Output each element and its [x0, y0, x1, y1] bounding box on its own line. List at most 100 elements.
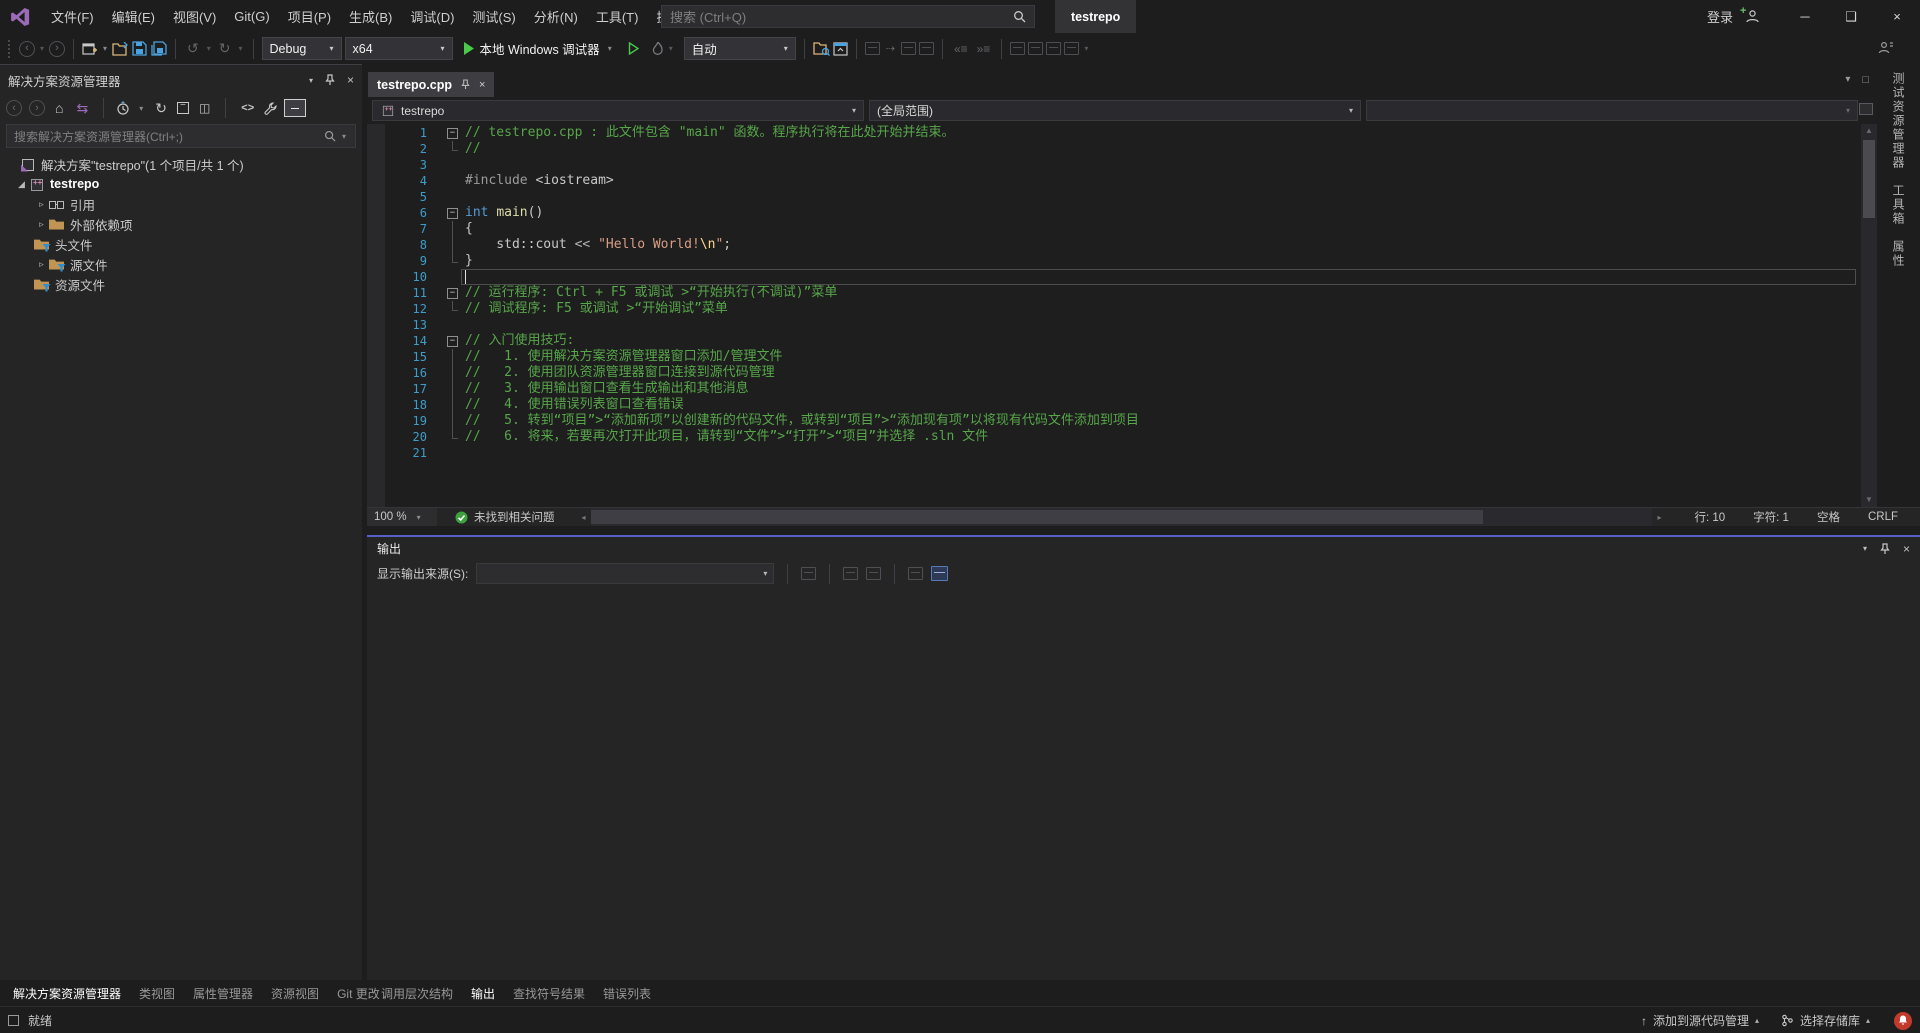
bottom-dock-tab[interactable]: 错误列表: [594, 980, 660, 1006]
undo-dropdown[interactable]: ▾: [205, 44, 213, 53]
goto-previous-message-icon[interactable]: [843, 567, 858, 580]
code-line[interactable]: 8 std::cout << "Hello World!\n";: [367, 237, 1860, 253]
redo-dropdown[interactable]: ▾: [237, 44, 245, 53]
fold-collapse-icon[interactable]: −: [447, 208, 458, 219]
restore-button[interactable]: ❑: [1828, 0, 1874, 33]
expanded-arrow-icon[interactable]: ◢: [14, 179, 29, 190]
preview-selected-items-icon[interactable]: [284, 99, 306, 117]
menu-item[interactable]: 调试(D): [401, 0, 463, 33]
tree-item[interactable]: 解决方案"testrepo"(1 个项目/共 1 个): [0, 154, 362, 174]
redo-icon[interactable]: ↻: [216, 40, 234, 57]
output-close-icon[interactable]: ×: [1903, 542, 1910, 556]
toolbar-drag-handle[interactable]: [8, 40, 12, 58]
output-content[interactable]: [367, 587, 1920, 980]
fold-collapse-icon[interactable]: −: [447, 288, 458, 299]
menu-item[interactable]: 工具(T): [587, 0, 648, 33]
code-line[interactable]: 20// 6. 将来，若要再次打开此项目，请转到“文件”>“打开”>“项目”并选…: [367, 429, 1860, 445]
solution-explorer-search-input[interactable]: 搜索解决方案资源管理器(Ctrl+;) ▾: [6, 124, 356, 148]
se-forward-icon[interactable]: ›: [29, 100, 45, 116]
code-line[interactable]: 19// 5. 转到“项目”>“添加新项”以创建新的代码文件，或转到“项目”>“…: [367, 413, 1860, 429]
split-window-button[interactable]: [1859, 103, 1873, 115]
document-tab[interactable]: testrepo.cpp ×: [368, 72, 494, 97]
editor-horizontal-scrollbar[interactable]: ◂ ▸: [577, 508, 1667, 526]
menu-item[interactable]: 编辑(E): [103, 0, 164, 33]
code-line[interactable]: 18// 4. 使用错误列表窗口查看错误: [367, 397, 1860, 413]
tree-item[interactable]: ▹引用: [0, 194, 362, 214]
menu-item[interactable]: Git(G): [225, 0, 278, 33]
code-line[interactable]: 15// 1. 使用解决方案资源管理器窗口添加/管理文件: [367, 349, 1860, 365]
autohide-tab[interactable]: 属性: [1890, 240, 1907, 268]
start-debugging-button[interactable]: 本地 Windows 调试器 ▾: [456, 37, 621, 61]
menu-item[interactable]: 视图(V): [164, 0, 225, 33]
se-search-dropdown[interactable]: ▾: [340, 132, 348, 141]
minimize-button[interactable]: ─: [1782, 0, 1828, 33]
nav-project-dropdown[interactable]: testrepo ▾: [372, 100, 864, 121]
home-icon[interactable]: ⌂: [52, 100, 66, 116]
fold-collapse-icon[interactable]: −: [447, 336, 458, 347]
editor-vertical-scrollbar[interactable]: ▲ ▼: [1861, 124, 1877, 507]
save-icon[interactable]: [132, 41, 147, 56]
menu-item[interactable]: 分析(N): [525, 0, 587, 33]
bottom-dock-tab[interactable]: 查找符号结果: [504, 980, 594, 1006]
menu-item[interactable]: 项目(P): [279, 0, 340, 33]
code-line[interactable]: 2//: [367, 141, 1860, 157]
refresh-icon[interactable]: ↻: [152, 100, 170, 117]
send-feedback-icon[interactable]: [1878, 40, 1894, 56]
tree-item[interactable]: 资源文件: [0, 274, 362, 294]
vscroll-thumb[interactable]: [1863, 140, 1875, 218]
tree-item[interactable]: ▹外部依赖项: [0, 214, 362, 234]
properties-wrench-icon[interactable]: [264, 102, 277, 115]
code-line[interactable]: 7{: [367, 221, 1860, 237]
background-tasks-icon[interactable]: [8, 1015, 19, 1026]
left-dock-tab[interactable]: 属性管理器: [184, 980, 262, 1006]
collapsed-arrow-icon[interactable]: ▹: [34, 219, 49, 230]
left-dock-tab[interactable]: 资源视图: [262, 980, 328, 1006]
new-project-dropdown[interactable]: ▾: [101, 44, 109, 53]
menu-item[interactable]: 文件(F): [42, 0, 103, 33]
menu-item[interactable]: 测试(S): [463, 0, 524, 33]
solution-explorer-window-icon[interactable]: [833, 42, 848, 56]
toolbar-overflow-icon[interactable]: ▾: [1082, 44, 1090, 53]
toolbar-icon-properties[interactable]: [865, 42, 880, 55]
autohide-tab[interactable]: 测试资源管理器: [1890, 72, 1907, 170]
collapse-all-icon[interactable]: [177, 102, 189, 114]
menu-item[interactable]: 生成(B): [340, 0, 401, 33]
line-ending-indicator[interactable]: CRLF: [1854, 511, 1912, 523]
indentation-indicator[interactable]: 空格: [1803, 509, 1854, 525]
clear-all-icon[interactable]: [908, 567, 923, 580]
code-line[interactable]: 5: [367, 189, 1860, 205]
hscroll-thumb[interactable]: [591, 510, 1483, 524]
hot-reload-icon[interactable]: [652, 42, 664, 56]
close-panel-icon[interactable]: ×: [347, 73, 354, 87]
switch-views-icon[interactable]: ⇆: [73, 100, 91, 117]
platform-dropdown[interactable]: x64 ▾: [345, 37, 453, 60]
filter-dropdown-icon[interactable]: ▾: [137, 104, 145, 113]
code-line[interactable]: 3: [367, 157, 1860, 173]
autohide-tab[interactable]: 工具箱: [1890, 184, 1907, 226]
scroll-down-icon[interactable]: ▼: [1861, 493, 1877, 507]
add-to-source-control-button[interactable]: ↑ 添加到源代码管理 ▴: [1633, 1012, 1767, 1029]
search-input[interactable]: 搜索 (Ctrl+Q): [661, 5, 1035, 28]
sync-with-active-document-icon[interactable]: ◫: [196, 101, 213, 115]
undo-icon[interactable]: ↺: [184, 40, 202, 57]
output-position-dropdown-icon[interactable]: ▾: [1863, 544, 1867, 553]
zoom-level-dropdown[interactable]: 100 % ▾: [367, 508, 437, 526]
fold-collapse-icon[interactable]: −: [447, 128, 458, 139]
clear-bookmarks-icon[interactable]: [1064, 42, 1079, 55]
bottom-dock-tab[interactable]: 输出: [462, 980, 504, 1006]
collapsed-arrow-icon[interactable]: ▹: [34, 259, 49, 270]
nav-scope-dropdown[interactable]: (全局范围) ▾: [869, 100, 1361, 121]
find-message-icon[interactable]: [801, 567, 816, 580]
code-line[interactable]: 21: [367, 445, 1860, 461]
toggle-bookmark-icon[interactable]: [1010, 42, 1025, 55]
select-repository-button[interactable]: 选择存储库 ▴: [1773, 1012, 1878, 1029]
nav-member-dropdown[interactable]: ▾: [1366, 100, 1858, 121]
pin-icon[interactable]: [325, 74, 335, 86]
tab-pin-icon[interactable]: [461, 79, 470, 90]
scroll-right-icon[interactable]: ▸: [1652, 513, 1666, 522]
hot-reload-dropdown[interactable]: ▾: [667, 44, 675, 53]
close-button[interactable]: ×: [1874, 0, 1920, 33]
save-all-icon[interactable]: [150, 41, 167, 56]
left-dock-tab[interactable]: 解决方案资源管理器: [4, 980, 130, 1006]
code-line[interactable]: 16// 2. 使用团队资源管理器窗口连接到源代码管理: [367, 365, 1860, 381]
